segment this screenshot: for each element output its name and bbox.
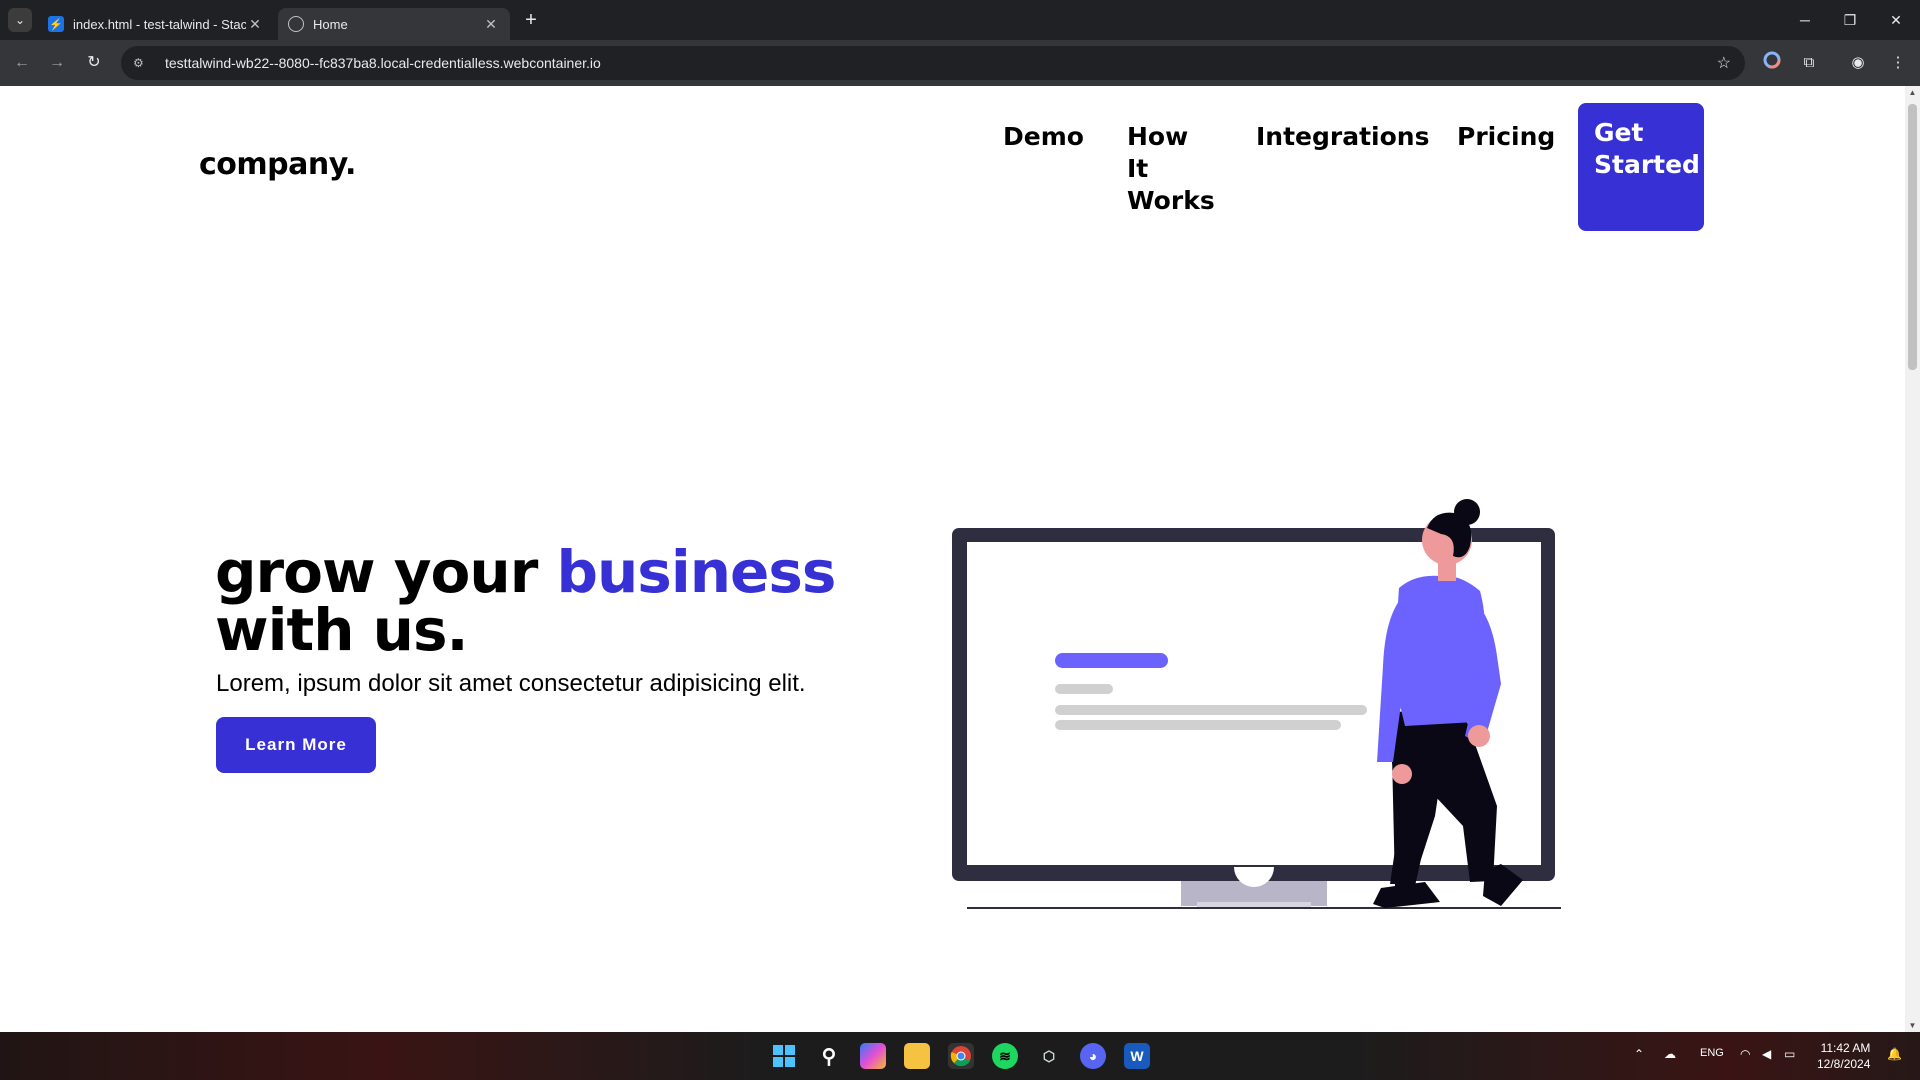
nav-pricing[interactable]: Pricing — [1457, 121, 1555, 153]
restore-button[interactable]: ❐ — [1830, 6, 1870, 34]
stackblitz-bolt-icon: ⚡ — [48, 16, 64, 32]
clock[interactable]: 11:42 AM 12/8/2024 — [1817, 1040, 1870, 1072]
url-text: testtalwind-wb22--8080--fc837ba8.local-c… — [165, 55, 601, 71]
start-windows-icon[interactable] — [771, 1043, 797, 1069]
file-explorer-icon[interactable] — [904, 1043, 930, 1069]
windows-taskbar: ⚲ ≋ ⬡ ◕ W ⌃ ☁ ENG ◠ ◀ ▭ 11:42 AM 12/8/20… — [0, 1032, 1920, 1080]
tab-strip: ⌄ ⚡ index.html - test-talwind - Stack ✕ … — [0, 0, 1920, 40]
nav-integrations[interactable]: Integrations — [1256, 121, 1429, 153]
bookmark-star-icon[interactable]: ☆ — [1717, 53, 1731, 73]
globe-icon — [288, 16, 304, 32]
page-viewport: company. Demo How It Works Integrations … — [0, 86, 1905, 1032]
reload-button[interactable]: ↻ — [82, 51, 106, 75]
browser-tab-stackblitz[interactable]: ⚡ index.html - test-talwind - Stack ✕ — [38, 8, 274, 40]
clock-date: 12/8/2024 — [1817, 1057, 1871, 1071]
tab-title: index.html - test-talwind - Stack — [73, 16, 246, 32]
hero-subtitle: Lorem, ipsum dolor sit amet consectetur … — [216, 670, 806, 697]
search-icon[interactable]: ⚲ — [816, 1043, 842, 1069]
back-button[interactable]: ← — [10, 51, 34, 75]
profile-icon[interactable]: ◉ — [1846, 51, 1870, 75]
word-icon[interactable]: W — [1124, 1043, 1150, 1069]
get-started-button[interactable]: Get Started — [1578, 103, 1704, 231]
clock-time: 11:42 AM — [1820, 1041, 1871, 1055]
site-info-icon[interactable]: ⚙ — [133, 56, 153, 70]
hero-illustration — [952, 499, 1561, 909]
learn-more-button[interactable]: Learn More — [216, 717, 376, 773]
page-scrollbar[interactable]: ▲ ▼ — [1905, 86, 1920, 1032]
chrome-icon[interactable] — [948, 1043, 974, 1069]
nav-how-it-works[interactable]: How It Works — [1127, 121, 1217, 217]
hero-title-part2: with us. — [215, 596, 469, 664]
browser-tab-home[interactable]: Home ✕ — [278, 8, 510, 40]
logo[interactable]: company. — [199, 147, 356, 182]
notification-bell-icon[interactable]: 🔔 — [1887, 1047, 1902, 1061]
app-hexagon-icon[interactable]: ⬡ — [1036, 1043, 1062, 1069]
copilot-icon[interactable] — [860, 1043, 886, 1069]
volume-icon[interactable]: ◀ — [1762, 1047, 1771, 1061]
extensions-puzzle-icon[interactable]: ⧉ — [1797, 51, 1821, 75]
hero-title-accent: business — [556, 538, 836, 606]
minimize-button[interactable]: ─ — [1785, 6, 1825, 34]
extension-color-icon[interactable] — [1760, 51, 1784, 75]
tray-overflow-icon[interactable]: ⌃ — [1634, 1047, 1644, 1061]
menu-kebab-icon[interactable]: ⋮ — [1886, 51, 1910, 75]
scrollbar-thumb[interactable] — [1908, 104, 1917, 370]
close-window-button[interactable]: ✕ — [1876, 6, 1916, 34]
spotify-icon[interactable]: ≋ — [992, 1043, 1018, 1069]
forward-button[interactable]: → — [45, 51, 69, 75]
battery-icon[interactable]: ▭ — [1784, 1047, 1795, 1061]
language-indicator[interactable]: ENG — [1700, 1047, 1724, 1059]
scroll-down-icon[interactable]: ▼ — [1908, 1021, 1917, 1030]
close-tab-icon[interactable]: ✕ — [482, 16, 500, 33]
onedrive-cloud-icon[interactable]: ☁ — [1664, 1047, 1676, 1061]
wifi-icon[interactable]: ◠ — [1740, 1047, 1750, 1061]
address-bar[interactable]: ⚙ testtalwind-wb22--8080--fc837ba8.local… — [121, 46, 1745, 80]
scroll-up-icon[interactable]: ▲ — [1908, 88, 1917, 97]
discord-icon[interactable]: ◕ — [1080, 1043, 1106, 1069]
new-tab-button[interactable]: + — [520, 9, 542, 31]
tab-title: Home — [313, 16, 348, 32]
close-tab-icon[interactable]: ✕ — [246, 16, 264, 33]
hero-title: grow your business with us. — [215, 543, 836, 659]
tab-search-button[interactable]: ⌄ — [8, 8, 32, 32]
nav-demo[interactable]: Demo — [1003, 121, 1084, 153]
browser-toolbar: ← → ↻ ⚙ testtalwind-wb22--8080--fc837ba8… — [0, 40, 1920, 86]
